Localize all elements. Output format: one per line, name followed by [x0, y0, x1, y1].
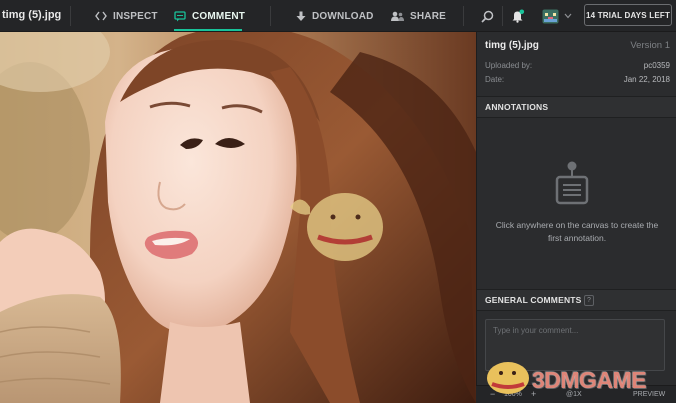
nav-share-label: SHARE — [410, 10, 447, 22]
watermark-text: 3DMGAME — [532, 367, 647, 393]
download-icon — [296, 11, 306, 21]
general-comments-header: GENERAL COMMENTS ? — [477, 289, 676, 311]
divider — [463, 6, 464, 26]
notification-bell-icon — [512, 9, 525, 23]
watermark-logo-icon — [487, 362, 529, 394]
general-comments-title: GENERAL COMMENTS — [485, 295, 582, 305]
search-button[interactable] — [481, 0, 494, 32]
image-canvas[interactable] — [0, 32, 476, 403]
comment-input[interactable] — [486, 320, 664, 340]
date-value: Jan 22, 2018 — [623, 75, 670, 84]
nav-inspect[interactable]: INSPECT — [95, 0, 158, 32]
avatar-icon — [542, 9, 559, 23]
inspect-icon — [95, 11, 107, 21]
panel-file-name: timg (5).jpg — [485, 40, 539, 51]
share-icon — [391, 11, 404, 21]
nav-share[interactable]: SHARE — [391, 0, 446, 32]
nav-inspect-label: INSPECT — [113, 10, 158, 22]
nav-download-label: DOWNLOAD — [312, 10, 374, 22]
search-icon — [481, 10, 494, 23]
uploaded-by-value: pc0359 — [643, 61, 670, 70]
divider — [502, 6, 503, 26]
notifications-button[interactable] — [511, 0, 525, 32]
file-title: timg (5).jpg — [2, 9, 62, 21]
photo-image — [0, 32, 476, 403]
active-tab-indicator — [174, 29, 242, 31]
annotation-icon — [555, 161, 589, 205]
annotations-title: ANNOTATIONS — [485, 102, 549, 112]
divider — [270, 6, 271, 26]
chevron-down-icon — [564, 13, 572, 19]
comment-icon — [174, 10, 186, 21]
nav-comment[interactable]: COMMENT — [174, 0, 245, 32]
divider — [70, 6, 71, 26]
annotations-empty-message: Click anywhere on the canvas to create t… — [495, 220, 659, 243]
trial-days-button[interactable]: 14 TRIAL DAYS LEFT — [584, 4, 672, 26]
nav-download[interactable]: DOWNLOAD — [296, 0, 374, 32]
nav-comment-label: COMMENT — [192, 10, 246, 22]
date-label: Date: — [485, 75, 505, 84]
top-bar: timg (5).jpg INSPECT COMMENT DOWNLOAD SH… — [0, 0, 676, 32]
user-menu[interactable] — [542, 0, 572, 32]
details-panel: timg (5).jpg Version 1 Uploaded by: pc03… — [476, 32, 676, 403]
version-selector[interactable]: Version 1 — [630, 40, 670, 51]
help-icon[interactable]: ? — [584, 295, 594, 306]
annotations-header: ANNOTATIONS — [477, 96, 676, 118]
uploaded-by-label: Uploaded by: — [485, 61, 533, 70]
